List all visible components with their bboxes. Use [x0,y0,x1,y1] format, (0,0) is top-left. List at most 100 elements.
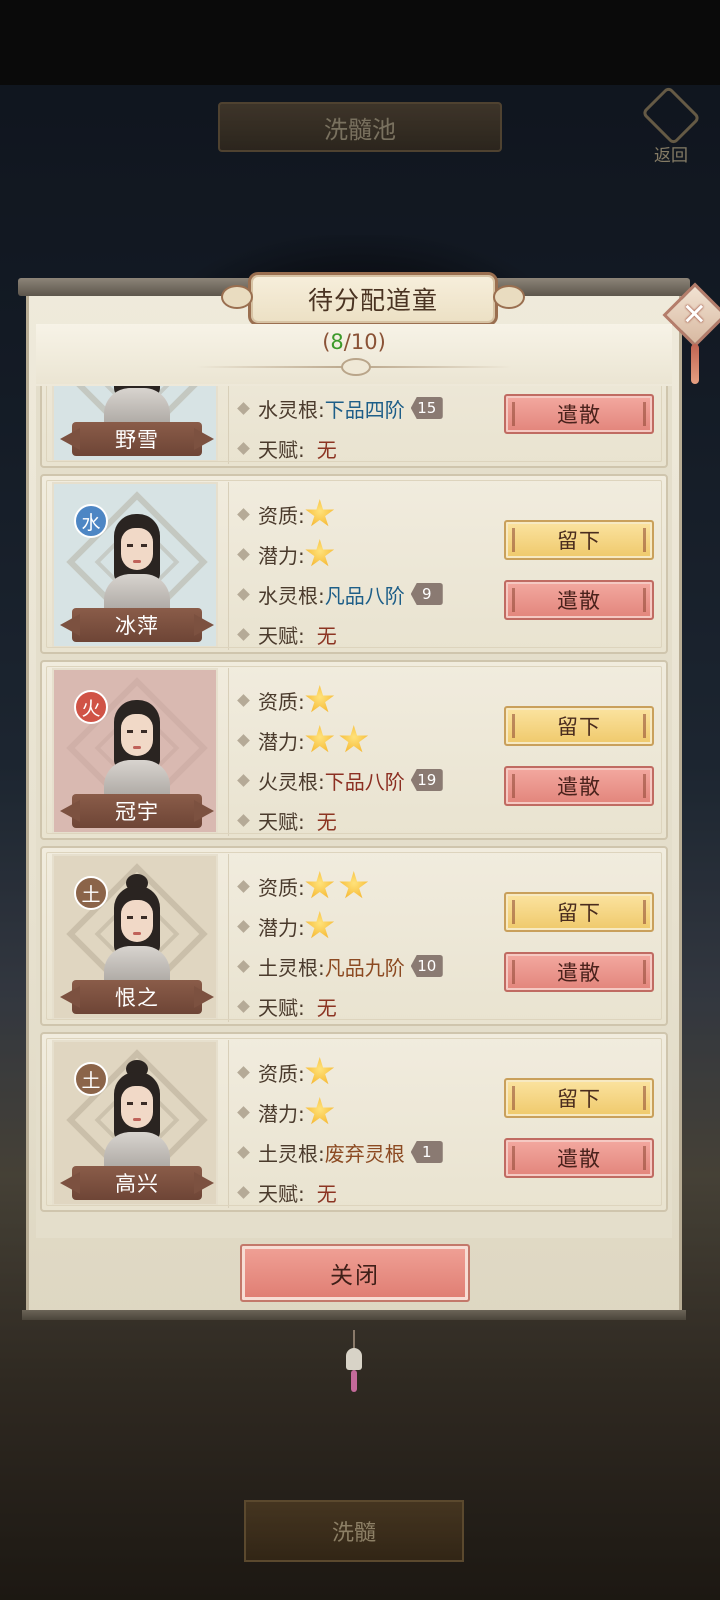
bullet-icon [237,1145,250,1159]
bullet-icon [237,919,250,933]
bullet-icon [237,773,250,787]
bullet-icon [237,587,250,601]
keep-button[interactable]: 留下 [504,520,654,560]
bullet-icon [237,507,250,521]
disciple-portrait[interactable]: 土恨之 [52,854,218,1020]
pending-disciples-modal: 待分配道童 ✕ (8/10) 水野雪资质:潜力:水灵根:下品四阶15天赋:无遣散… [18,272,720,1322]
spirit-root-label: 水灵根: [258,583,325,608]
bullet-icon [237,733,250,747]
attribute-row: 潜力: [237,908,339,944]
dismiss-button[interactable]: 遣散 [504,394,654,434]
potential-star-icon [339,725,369,753]
spirit-root-value: 凡品八阶 [324,583,405,608]
earth-element-badge-icon: 土 [74,1062,108,1096]
potential-label: 潜力: [258,1101,305,1126]
bullet-icon [237,879,250,893]
potential-star-icon [305,725,335,753]
root-level-tag: 10 [410,955,443,977]
attribute-row: 潜力: [237,536,339,572]
disciple-portrait[interactable]: 火冠宇 [52,668,218,834]
spirit-root-label: 水灵根: [258,397,325,422]
disciple-card: 土恨之 资质: 潜力: 土灵根: 凡品九阶 10 天赋: 无 留下遣散 [40,846,668,1026]
disciple-name: 野雪 [72,422,202,456]
attribute-row: 天赋: 无 [237,616,337,652]
dismiss-button[interactable]: 遣散 [504,766,654,806]
attribute-row: 资质: [237,868,373,904]
potential-star-icon [305,1097,335,1125]
attribute-row: 潜力: [237,1094,339,1130]
close-icon: ✕ [682,297,708,333]
bullet-icon [237,1065,250,1079]
attribute-row: 资质: [237,1054,339,1090]
disciple-attributes: 资质:潜力:水灵根:下品四阶15天赋:无 [228,386,499,464]
attribute-row: 水灵根: 凡品八阶 9 [237,576,443,612]
counter-total: 10 [350,330,378,354]
modal-title-text: 待分配道童 [307,286,438,315]
modal-title: 待分配道童 [221,272,525,326]
disciple-portrait[interactable]: 水冰萍 [52,482,218,648]
counter-close: ) [377,330,386,354]
attribute-row: 潜力: [237,722,373,758]
aptitude-star-icon [339,871,369,899]
counter-divider-knot [341,358,371,376]
potential-label: 潜力: [258,543,305,568]
disciple-attributes: 资质: 潜力: 土灵根: 凡品九阶 10 天赋: 无 [228,854,499,1022]
potential-label: 潜力: [258,915,305,940]
disciple-portrait[interactable]: 土高兴 [52,1040,218,1206]
attribute-row: 天赋: 无 [237,988,337,1024]
potential-label: 潜力: [258,729,305,754]
counter-band: (8/10) [36,324,672,384]
disciple-card: 火冠宇 资质: 潜力: 火灵根: 下品八阶 19 天赋: 无 留下 遣散 [40,660,668,840]
bullet-icon [237,693,250,707]
tassel-decoration [691,344,699,384]
bullet-icon [237,1105,250,1119]
title-ornament-left [221,285,253,309]
bullet-icon [237,627,250,641]
talent-label: 天赋: [258,437,305,462]
attribute-row: 天赋: 无 [237,430,337,466]
disciple-counter: (8/10) [36,330,672,354]
water-element-badge-icon: 水 [74,504,108,538]
talent-label: 天赋: [258,809,305,834]
close-button[interactable]: 关闭 [240,1244,470,1302]
attribute-row: 水灵根: 下品四阶 15 [237,390,443,426]
keep-button[interactable]: 留下 [504,892,654,932]
root-level-tag: 1 [410,1141,443,1163]
attribute-row: 土灵根: 废弃灵根 1 [237,1134,443,1170]
spirit-root-value: 废弃灵根 [324,1141,405,1166]
dismiss-button[interactable]: 遣散 [504,952,654,992]
aptitude-star-icon [305,1057,335,1085]
spirit-root-value: 凡品九阶 [324,955,405,980]
attribute-row: 天赋: 无 [237,1174,337,1210]
modal-bottom-rail [22,1310,686,1320]
earth-element-badge-icon: 土 [74,876,108,910]
aptitude-label: 资质: [258,689,305,714]
disciple-name: 冰萍 [72,608,202,642]
disciple-card: 土高兴 资质: 潜力: 土灵根: 废弃灵根 1 天赋: 无 留下遣散 [40,1032,668,1212]
aptitude-star-icon [305,685,335,713]
potential-star-icon [305,911,335,939]
disciple-attributes: 资质: 潜力: 水灵根: 凡品八阶 9 天赋: 无 [228,482,499,650]
disciple-portrait[interactable]: 水野雪 [52,386,218,462]
keep-button[interactable]: 留下 [504,1078,654,1118]
bullet-icon [237,959,250,973]
talent-value: 无 [316,809,337,834]
dismiss-button[interactable]: 遣散 [504,580,654,620]
title-ornament-right [493,285,525,309]
spirit-root-label: 土灵根: [258,955,325,980]
counter-current: 8 [330,330,344,354]
root-level-tag: 15 [410,397,443,419]
talent-value: 无 [316,1181,337,1206]
keep-button[interactable]: 留下 [504,706,654,746]
talent-label: 天赋: [258,1181,305,1206]
aptitude-star-icon [305,499,335,527]
spirit-root-label: 火灵根: [258,769,325,794]
talent-value: 无 [316,995,337,1020]
talent-label: 天赋: [258,623,305,648]
spirit-root-value: 下品八阶 [324,769,405,794]
disciple-list[interactable]: 水野雪资质:潜力:水灵根:下品四阶15天赋:无遣散水冰萍资质:潜力:水灵根:凡品… [36,386,672,1238]
attribute-row: 天赋: 无 [237,802,337,838]
dismiss-button[interactable]: 遣散 [504,1138,654,1178]
aptitude-star-icon [305,871,335,899]
spirit-root-value: 下品四阶 [324,397,405,422]
